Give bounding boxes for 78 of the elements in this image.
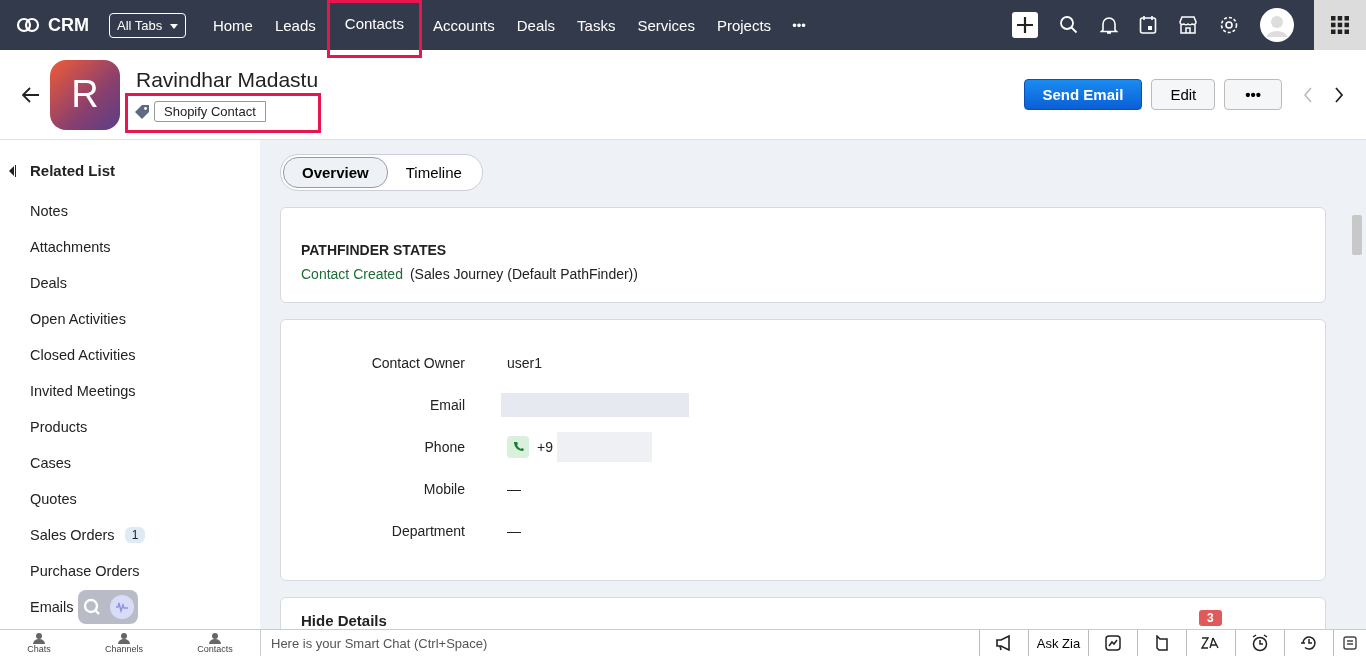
history-icon[interactable] — [1300, 634, 1318, 652]
alarm-clock-icon[interactable] — [1251, 634, 1269, 652]
logo-icon — [16, 16, 40, 34]
pathfinder-state: Contact Created — [301, 266, 403, 282]
more-actions-button[interactable]: ••• — [1224, 79, 1282, 110]
related-list-item[interactable]: Sales Orders — [30, 527, 115, 543]
avatar-icon[interactable] — [1260, 8, 1294, 42]
message-icon[interactable] — [1342, 635, 1358, 651]
phone-icon[interactable] — [507, 436, 529, 458]
field-value: — — [507, 523, 521, 539]
megaphone-icon[interactable] — [995, 635, 1013, 651]
tag-icon — [134, 103, 150, 120]
zia-icon[interactable] — [1201, 636, 1221, 650]
count-badge: 1 — [124, 527, 146, 543]
search-icon[interactable] — [1059, 15, 1079, 35]
related-list-item[interactable]: Emails — [30, 599, 74, 615]
apps-grid-button[interactable] — [1314, 0, 1366, 50]
nav-tab[interactable]: Leads — [263, 0, 327, 50]
record-name: Ravindhar Madastu — [136, 68, 319, 92]
related-list-item[interactable]: Purchase Orders — [30, 563, 140, 579]
related-list-item[interactable]: Cases — [30, 455, 72, 471]
bottom-tab-label[interactable]: Chats — [27, 644, 51, 654]
related-list-item[interactable]: Notes — [30, 203, 68, 219]
related-list-item[interactable]: Products — [30, 419, 88, 435]
field-label: Phone — [423, 439, 466, 455]
nav-tab[interactable]: Home — [201, 0, 264, 50]
related-list-item[interactable]: Invited Meetings — [30, 383, 136, 399]
add-icon[interactable] — [1012, 12, 1038, 38]
bottom-tab-label[interactable]: Channels — [104, 644, 143, 654]
grid-icon — [1331, 16, 1349, 34]
view-tab[interactable]: Overview — [283, 157, 388, 188]
note-icon[interactable] — [1154, 635, 1170, 651]
store-icon[interactable] — [1178, 15, 1198, 35]
pathfinder-journey: (Sales Journey (Default PathFinder)) — [409, 266, 638, 282]
bottom-tab-label[interactable]: Contacts — [197, 644, 233, 654]
field-label: Email — [429, 397, 466, 413]
scrollbar[interactable] — [1348, 140, 1366, 629]
chart-icon[interactable] — [1105, 635, 1121, 651]
related-list-item[interactable]: Quotes — [30, 491, 77, 507]
caret-icon — [169, 23, 178, 29]
nav-tab[interactable]: Contacts — [326, 0, 422, 58]
person-icon[interactable] — [31, 632, 46, 644]
related-list-item[interactable]: Open Activities — [30, 311, 126, 327]
nav-tab[interactable]: Projects — [705, 0, 783, 50]
related-list-heading: Related List — [30, 162, 116, 179]
field-value: user1 — [507, 355, 543, 371]
hide-details-link[interactable]: Hide Details — [301, 612, 387, 629]
notification-badge: 3 — [1199, 610, 1222, 626]
edit-button[interactable]: Edit — [1151, 79, 1216, 110]
view-tab[interactable]: Timeline — [387, 157, 480, 188]
field-label: Contact Owner — [370, 355, 466, 371]
more-tabs-button[interactable]: ••• — [786, 16, 812, 34]
smart-chat-field[interactable]: Here is your Smart Chat (Ctrl+Space) — [261, 630, 979, 656]
related-list-item[interactable]: Deals — [30, 275, 68, 291]
next-icon[interactable] — [1334, 86, 1344, 103]
field-value: +9 — [537, 439, 553, 455]
nav-tab[interactable]: Tasks — [566, 0, 627, 50]
send-email-button[interactable]: Send Email — [1023, 79, 1143, 110]
app-name: CRM — [48, 14, 89, 36]
pathfinder-title: PATHFINDER STATES — [301, 242, 448, 258]
person-icon[interactable] — [208, 632, 223, 644]
related-list-item[interactable]: Attachments — [30, 239, 111, 255]
related-list-item[interactable]: Closed Activities — [30, 347, 136, 363]
nav-tab[interactable]: Accounts — [422, 0, 506, 50]
all-tabs-dropdown[interactable]: All Tabs — [109, 12, 186, 38]
field-value: — — [507, 481, 521, 497]
calendar-icon[interactable] — [1139, 15, 1157, 35]
bell-icon[interactable] — [1100, 15, 1118, 35]
nav-tab[interactable]: Deals — [505, 0, 567, 50]
record-avatar: R — [50, 59, 120, 130]
field-label: Department — [390, 523, 466, 539]
settings-icon[interactable] — [1219, 15, 1239, 35]
person-icon[interactable] — [116, 632, 131, 644]
tag-label[interactable]: Shopify Contact — [154, 101, 266, 122]
collapse-icon[interactable] — [8, 164, 16, 177]
back-arrow-icon[interactable] — [22, 86, 40, 103]
field-label: Mobile — [422, 481, 466, 497]
nav-tab[interactable]: Services — [626, 0, 706, 50]
